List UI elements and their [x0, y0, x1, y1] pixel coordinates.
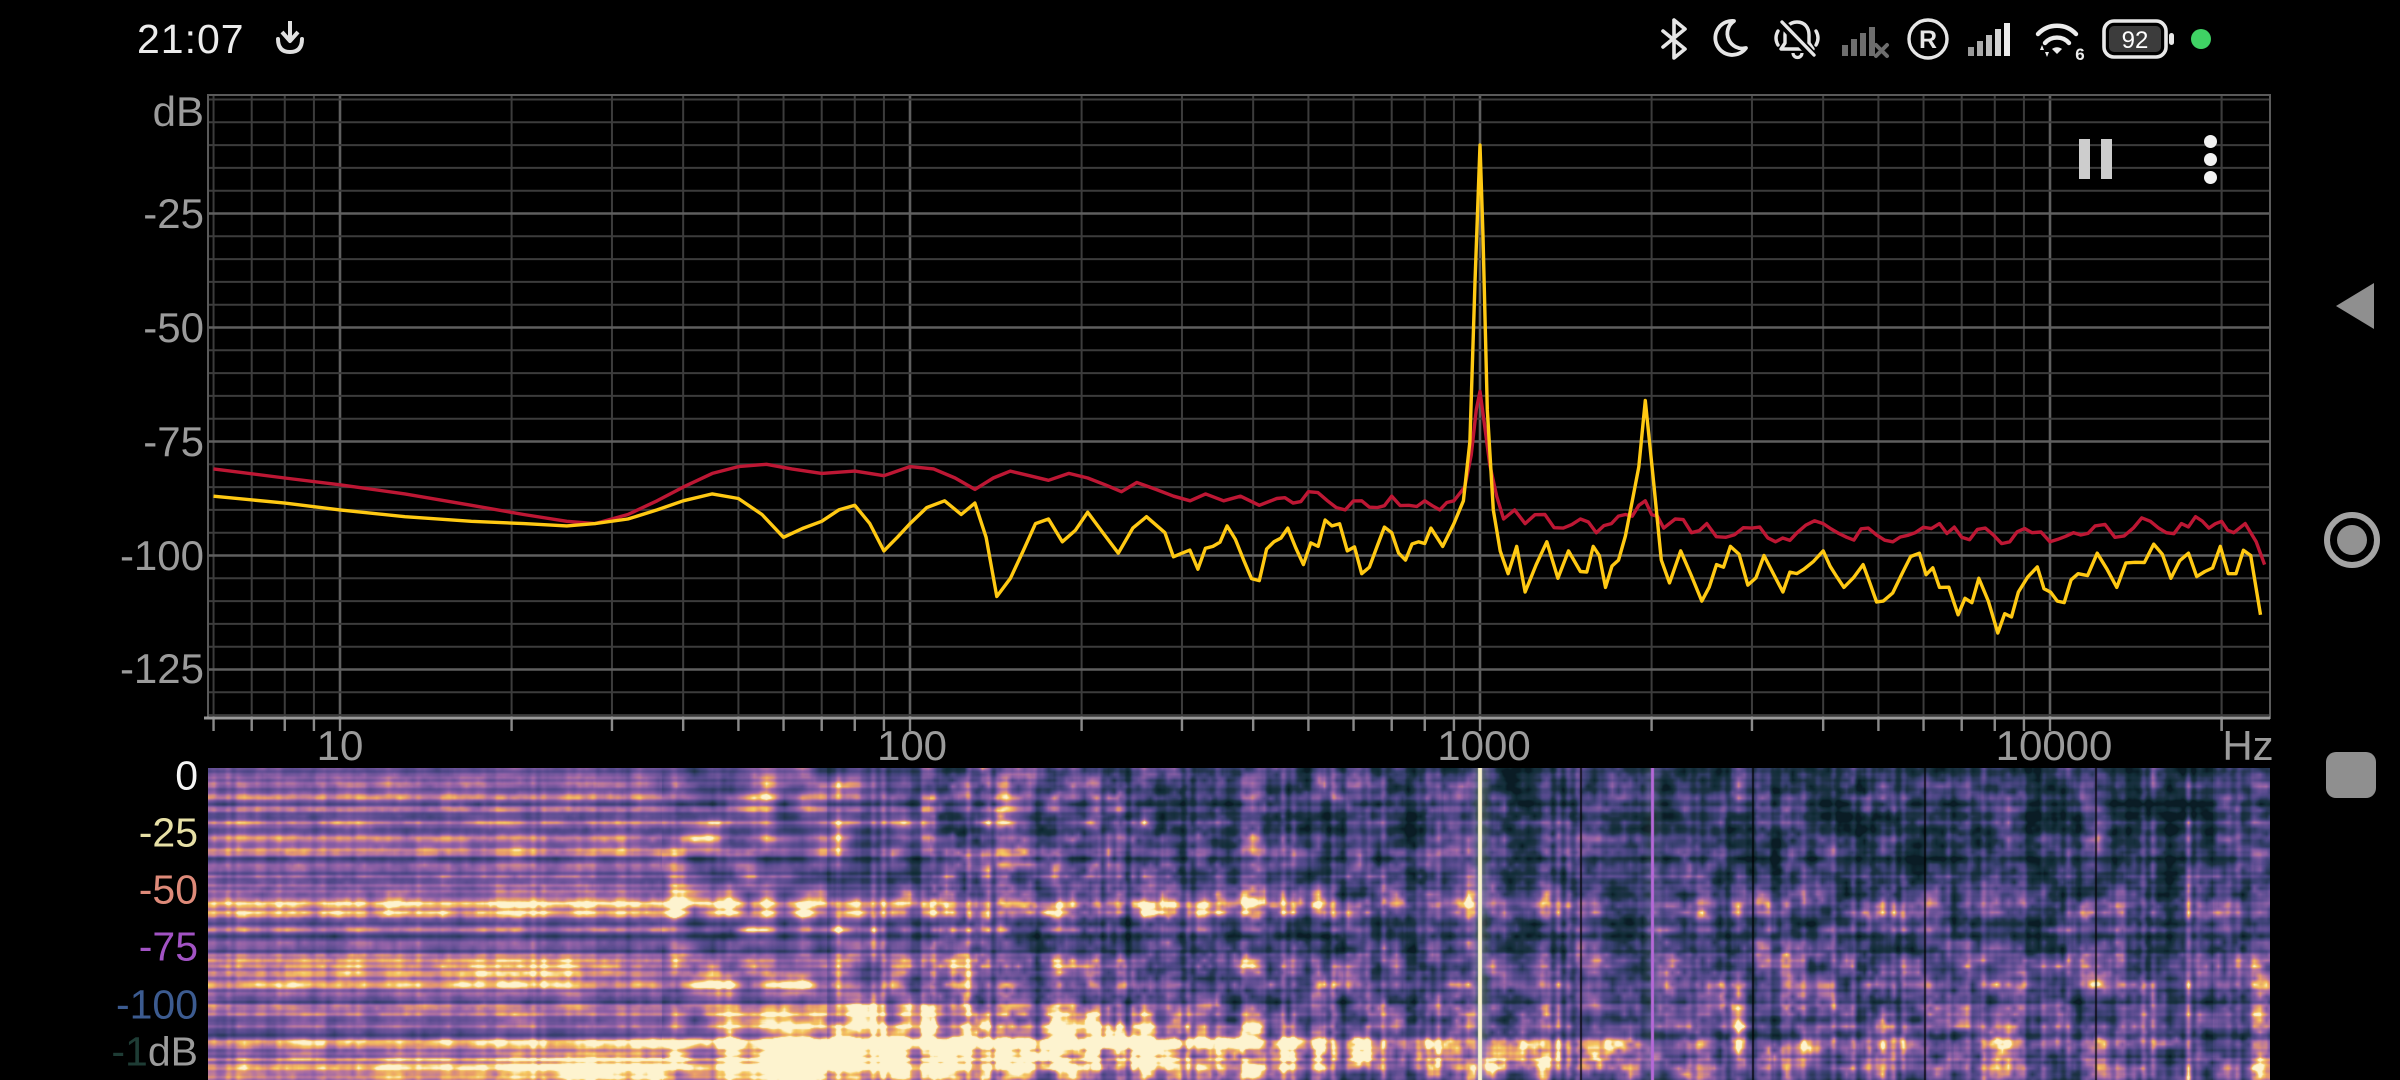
x-axis-unit-label: Hz [2222, 722, 2273, 770]
spectrogram-scale-label: -100 [116, 982, 198, 1029]
spectrogram-scale-label: -25 [139, 810, 198, 857]
spectrogram-unit-row: -1dB [111, 1029, 198, 1076]
x-tick-label: 1000 [1437, 722, 1530, 770]
nav-back-button[interactable] [2336, 283, 2374, 329]
pause-icon [2079, 139, 2090, 179]
more-options-icon [2204, 153, 2217, 166]
spectrogram-unit-label: dB [148, 1029, 198, 1075]
y-tick-label: -125 [120, 645, 204, 693]
y-tick-label: -50 [143, 304, 204, 352]
y-tick-label: -100 [120, 532, 204, 580]
pause-icon [2101, 139, 2112, 179]
nav-home-icon [2337, 525, 2367, 555]
x-tick-label: 10 [317, 722, 364, 770]
spectrogram-scale-label: -50 [139, 867, 198, 914]
spectrogram-waterfall[interactable] [208, 768, 2270, 1080]
x-tick-label: 100 [877, 722, 947, 770]
app-screen: 21:07 [0, 0, 2400, 1080]
more-options-icon [2204, 171, 2217, 184]
spectrogram-scale-label-clipped: -1 [111, 1029, 147, 1075]
nav-recents-button[interactable] [2326, 752, 2376, 798]
y-tick-label: -25 [143, 190, 204, 238]
spectrogram-scale-label: 0 [175, 753, 198, 800]
spectrogram-scale-label: -75 [139, 924, 198, 971]
more-options-icon [2204, 135, 2217, 148]
x-tick-label: 10000 [1996, 722, 2113, 770]
pause-button[interactable] [2064, 130, 2126, 188]
y-axis-unit-label: dB [153, 88, 204, 136]
navigation-bar [2316, 0, 2400, 1080]
nav-home-button[interactable] [2324, 512, 2380, 568]
overflow-menu-button[interactable] [2186, 128, 2234, 190]
y-tick-label: -75 [143, 418, 204, 466]
